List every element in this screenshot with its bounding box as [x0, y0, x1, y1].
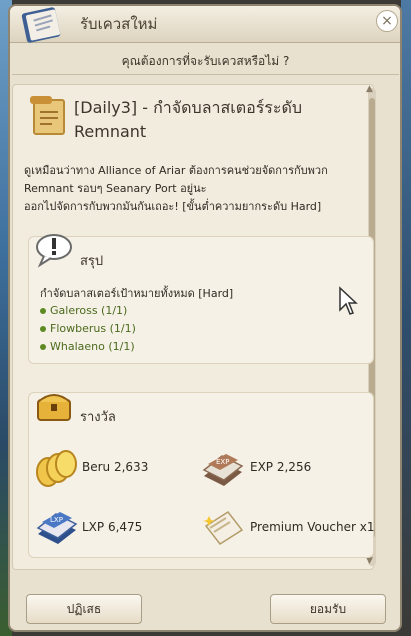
bullet-icon [40, 344, 46, 350]
title-bar[interactable] [10, 6, 400, 43]
description-line: Remnant รอบๆ Seanary Port อยู่นะ [24, 182, 207, 195]
scroll-up-arrow-icon[interactable]: ▲ [366, 84, 373, 94]
speech-bubble-icon [36, 234, 72, 268]
svg-text:LXP: LXP [50, 516, 63, 524]
reward-beru-label: Beru 2,633 [82, 460, 149, 474]
exp-book-icon: EXP [202, 454, 244, 486]
target-item: Flowberus (1/1) [40, 322, 136, 335]
description-line: ดูเหมือนว่าทาง Alliance of Ariar ต้องการ… [24, 164, 328, 177]
bullet-icon [40, 326, 46, 332]
reward-voucher-label: Premium Voucher x1 [250, 520, 375, 534]
accept-button[interactable]: ยอมรับ [270, 594, 386, 624]
summary-heading: สรุป [80, 254, 104, 269]
target-item: Whalaeno (1/1) [40, 340, 135, 353]
background-right [401, 0, 411, 636]
svg-text:EXP: EXP [216, 458, 229, 466]
target-item: Galeross (1/1) [40, 304, 127, 317]
reward-exp-label: EXP 2,256 [250, 460, 312, 474]
mouse-pointer-icon [339, 286, 358, 315]
target-label: Galeross (1/1) [50, 304, 128, 317]
close-button[interactable]: × [376, 10, 398, 32]
accept-prompt: คุณต้องการที่จะรับเควสหรือไม่ ? [121, 54, 290, 68]
target-label: Whalaeno (1/1) [50, 340, 135, 353]
quest-description: ดูเหมือนว่าทาง Alliance of Ariar ต้องการ… [24, 162, 376, 216]
quest-scroll-icon [30, 96, 65, 135]
quest-title: [Daily3] - กำจัดบลาสเตอร์ระดับ Remnant [74, 96, 364, 144]
target-label: Flowberus (1/1) [50, 322, 136, 335]
treasure-chest-icon [37, 394, 71, 421]
quest-book-icon [21, 7, 61, 43]
decline-button[interactable]: ปฏิเสธ [26, 594, 142, 624]
beru-coin-icon [36, 450, 77, 487]
quest-title-line1: [Daily3] - กำจัดบลาสเตอร์ระดับ [74, 98, 303, 117]
rewards-heading: รางวัล [80, 410, 116, 425]
quest-title-line2: Remnant [74, 122, 147, 141]
premium-voucher-icon [203, 511, 244, 545]
dialog-title: รับเควสใหม่ [80, 15, 158, 33]
bullet-icon [40, 308, 46, 314]
description-line: ออกไปจัดการกับพวกมันกันเถอะ! [ขั้นต่ำควา… [24, 200, 322, 213]
objective-text: กำจัดบลาสเตอร์เป้าหมายทั้งหมด [Hard] [40, 287, 234, 300]
lxp-book-icon: LXP [36, 512, 78, 544]
divider [12, 74, 399, 75]
reward-lxp-label: LXP 6,475 [82, 520, 143, 534]
